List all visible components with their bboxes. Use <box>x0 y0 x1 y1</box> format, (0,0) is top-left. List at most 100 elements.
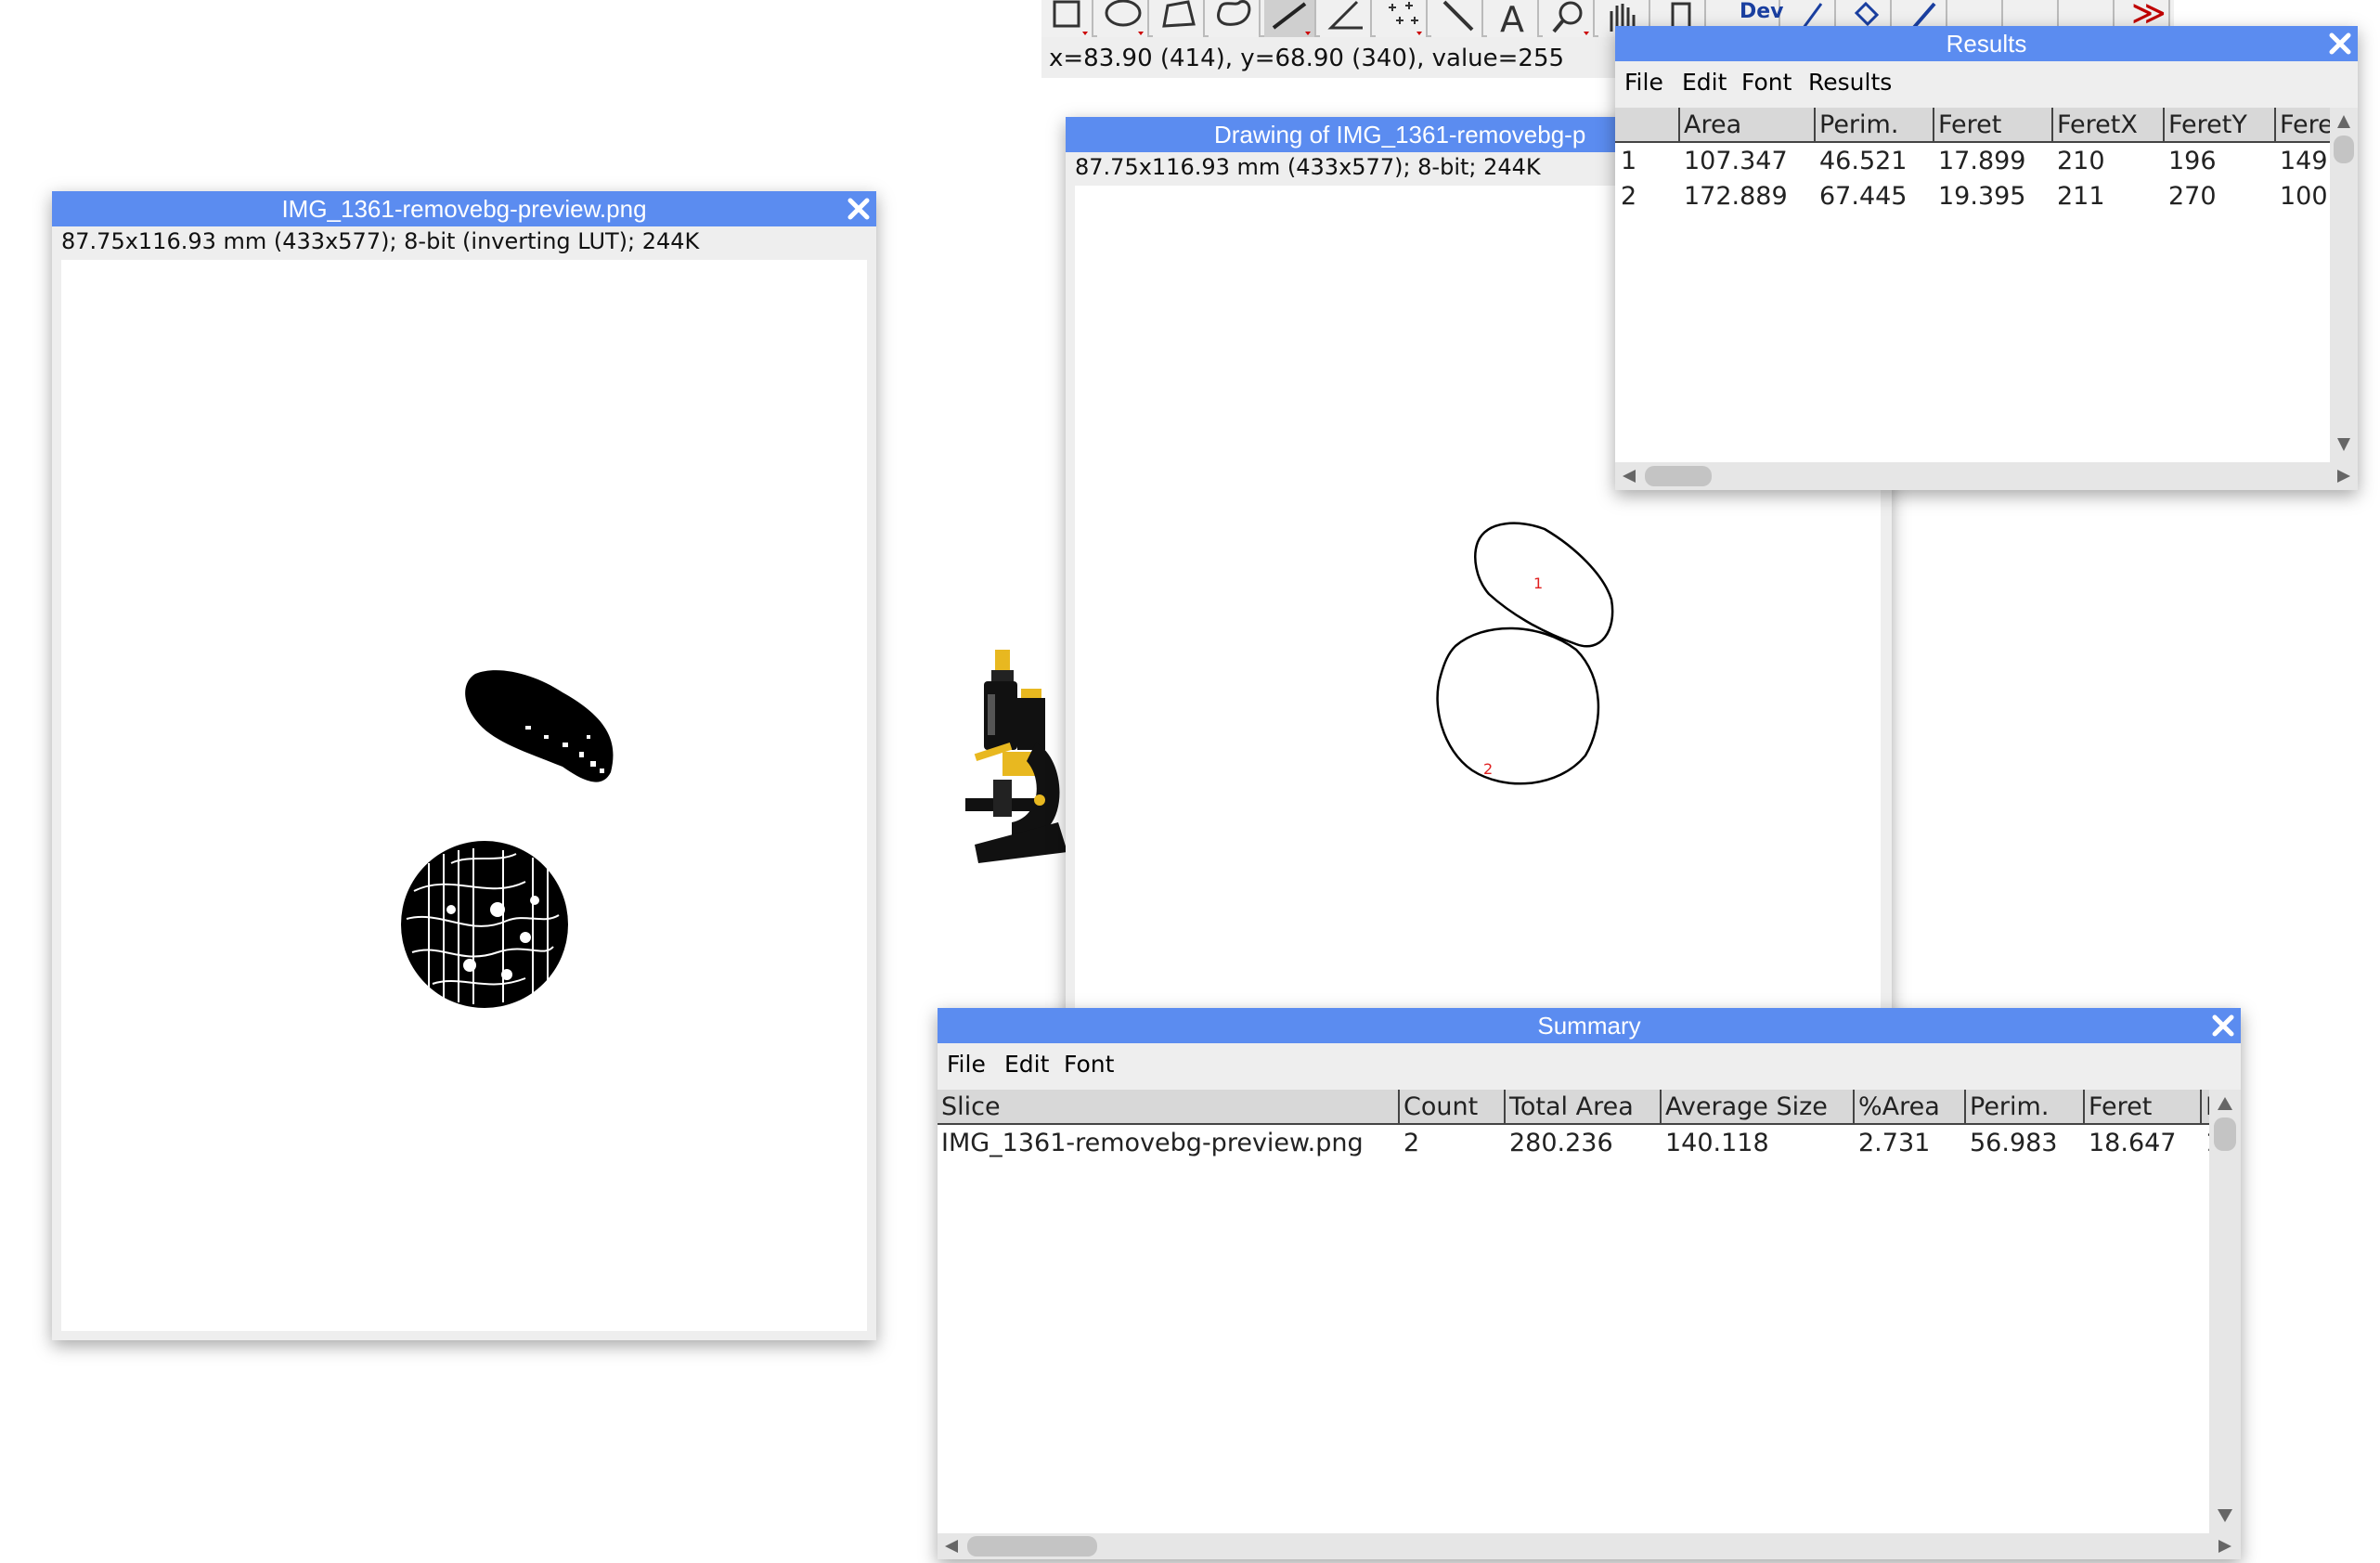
summary-cell: 18.647 <box>2089 1129 2177 1157</box>
results-cell: 172.889 <box>1684 182 1788 211</box>
results-cell: 67.445 <box>1819 182 1908 211</box>
results-col-index[interactable] <box>1615 108 1680 143</box>
summary-vertical-scrollbar[interactable] <box>2209 1090 2241 1533</box>
results-menu-font[interactable]: Font <box>1741 69 1791 96</box>
summary-menubar: File Edit Font <box>938 1045 2241 1082</box>
results-menu-edit[interactable]: Edit <box>1682 69 1727 96</box>
results-cell: 210 <box>2057 147 2105 175</box>
particle-mask-image <box>401 670 614 1008</box>
polygon-icon <box>1162 0 1196 28</box>
microscope-icon <box>965 650 1067 863</box>
summary-cell: 280.236 <box>1509 1129 1613 1157</box>
results-cell: 19.395 <box>1938 182 2026 211</box>
results-menubar: File Edit Font Results <box>1615 63 2358 100</box>
polygon-tool-button[interactable] <box>1153 0 1205 37</box>
freehand-icon <box>1217 0 1251 26</box>
results-horizontal-scrollbar[interactable] <box>1615 462 2358 490</box>
summary-col-feret[interactable]: Feret <box>2085 1090 2202 1125</box>
results-vertical-scrollbar[interactable] <box>2330 108 2358 462</box>
summary-hscroll-thumb[interactable] <box>967 1536 1097 1557</box>
text-icon: A <box>1500 0 1524 40</box>
close-icon[interactable] <box>847 197 871 221</box>
summary-col-average-size[interactable]: Average Size <box>1662 1090 1855 1125</box>
summary-vscroll-thumb[interactable] <box>2214 1117 2236 1151</box>
summary-menu-file[interactable]: File <box>947 1051 986 1078</box>
results-menu-results[interactable]: Results <box>1808 69 1892 96</box>
summary-window-titlebar[interactable]: Summary <box>938 1008 2241 1043</box>
results-hscroll-thumb[interactable] <box>1645 466 1712 486</box>
drawing-info: 87.75x116.93 mm (433x577); 8-bit; 244K <box>1075 154 1541 180</box>
results-cell: 2 <box>1621 182 1637 211</box>
summary-cell: 2 <box>1403 1129 1420 1157</box>
results-vscroll-thumb[interactable] <box>2334 136 2354 163</box>
results-col-feret[interactable]: Feret <box>1934 108 2053 143</box>
scroll-arrows-icon <box>2218 1097 2232 1522</box>
line-tool-button[interactable] <box>1264 0 1316 37</box>
summary-col-next[interactable]: I <box>2202 1090 2209 1125</box>
magnifier-icon <box>1552 1 1589 35</box>
text-tool-button[interactable]: A <box>1487 0 1539 40</box>
image-window: IMG_1361-removebg-preview.png 87.75x116.… <box>52 191 876 1340</box>
drawing-window-title: Drawing of IMG_1361-removebg-p <box>1214 121 1586 149</box>
close-icon[interactable] <box>2211 1014 2235 1038</box>
summary-menu-font[interactable]: Font <box>1064 1051 1114 1078</box>
wand-tool-button[interactable] <box>1431 0 1483 37</box>
scroll-arrows-icon <box>945 1540 2231 1553</box>
summary-table[interactable]: Slice Count Total Area Average Size %Are… <box>938 1090 2209 1533</box>
summary-cell: IMG_1361-removebg-preview.png <box>941 1129 1364 1157</box>
results-menu-file[interactable]: File <box>1624 69 1663 96</box>
results-cell: 46.521 <box>1819 147 1908 175</box>
results-cell: 107.347 <box>1684 147 1788 175</box>
magnifier-tool-button[interactable] <box>1543 0 1595 37</box>
summary-horizontal-scrollbar[interactable] <box>938 1533 2241 1559</box>
angle-tool-button[interactable] <box>1320 0 1372 37</box>
results-cell: 270 <box>2168 182 2217 211</box>
outline-label-2: 2 <box>1483 760 1493 778</box>
results-col-area[interactable]: Area <box>1680 108 1816 143</box>
results-cell: 211 <box>2057 182 2105 211</box>
results-col-ferety[interactable]: FeretY <box>2165 108 2276 143</box>
multipoint-icon <box>1389 2 1422 35</box>
close-icon[interactable] <box>2328 32 2352 56</box>
results-window-title: Results <box>1946 30 2027 58</box>
summary-col-count[interactable]: Count <box>1400 1090 1506 1125</box>
results-col-feretangle[interactable]: Fere <box>2276 108 2330 143</box>
outline-label-1: 1 <box>1533 575 1543 592</box>
oval-tool-button[interactable] <box>1097 0 1149 37</box>
summary-cell: 2.731 <box>1858 1129 1931 1157</box>
line-icon <box>1272 2 1311 35</box>
results-window: Results File Edit Font Results Area Peri… <box>1615 26 2358 490</box>
rectangle-tool-button[interactable] <box>1041 0 1093 37</box>
results-cell: 149 <box>2280 147 2328 175</box>
wand-icon <box>1442 0 1474 32</box>
image-info: 87.75x116.93 mm (433x577); 8-bit (invert… <box>61 228 700 254</box>
rectangle-icon <box>1053 0 1088 35</box>
summary-window-title: Summary <box>1537 1012 1641 1040</box>
results-cell: 196 <box>2168 147 2217 175</box>
results-cell: 17.899 <box>1938 147 2026 175</box>
dev-label: Dev <box>1740 0 1784 23</box>
image-window-title: IMG_1361-removebg-preview.png <box>281 195 647 223</box>
summary-col-perim[interactable]: Perim. <box>1966 1090 2085 1125</box>
oval-icon <box>1105 0 1144 35</box>
summary-menu-edit[interactable]: Edit <box>1004 1051 1049 1078</box>
results-cell: 100 <box>2280 182 2328 211</box>
coordinate-readout: x=83.90 (414), y=68.90 (340), value=255 <box>1049 45 1565 72</box>
results-window-titlebar[interactable]: Results <box>1615 26 2358 61</box>
summary-col-percent-area[interactable]: %Area <box>1855 1090 1966 1125</box>
results-col-perim[interactable]: Perim. <box>1816 108 1934 143</box>
svg-text:A: A <box>1500 0 1524 37</box>
results-col-feretx[interactable]: FeretX <box>2053 108 2165 143</box>
image-canvas[interactable] <box>61 260 867 1331</box>
image-window-titlebar[interactable]: IMG_1361-removebg-preview.png <box>52 191 876 226</box>
summary-window: Summary File Edit Font Slice Count Total… <box>938 1008 2241 1559</box>
summary-cell: 140.118 <box>1665 1129 1769 1157</box>
freehand-tool-button[interactable] <box>1209 0 1261 37</box>
microscope-logo[interactable] <box>947 640 1067 872</box>
angle-icon <box>1327 0 1363 30</box>
results-cell: 1 <box>1621 147 1637 175</box>
results-table[interactable]: Area Perim. Feret FeretX FeretY Fere 1 1… <box>1615 108 2330 462</box>
summary-col-slice[interactable]: Slice <box>938 1090 1400 1125</box>
multipoint-tool-button[interactable] <box>1376 0 1428 37</box>
summary-col-total-area[interactable]: Total Area <box>1506 1090 1662 1125</box>
